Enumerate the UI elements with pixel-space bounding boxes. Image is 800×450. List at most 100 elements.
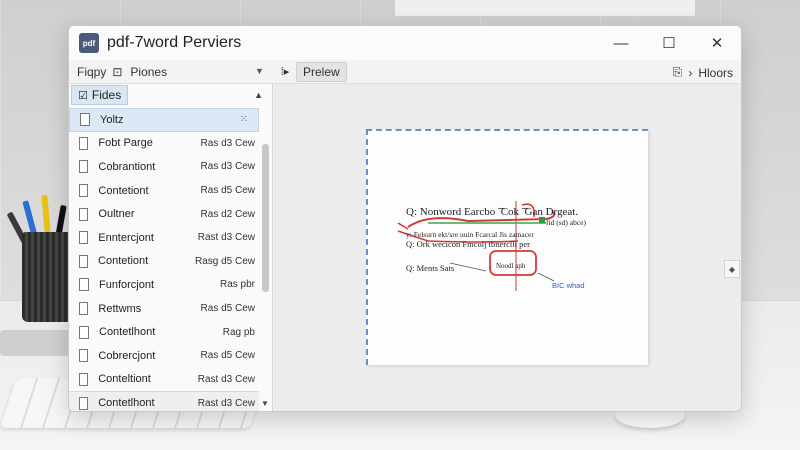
desk-tray <box>0 330 70 356</box>
chevron-right-icon: › <box>688 65 693 80</box>
file-name: Contetlhont <box>98 397 155 410</box>
pointer-line <box>449 262 487 272</box>
window-controls: — ☐ ✕ <box>597 26 741 60</box>
document-icon <box>79 207 89 221</box>
file-list: Yoltz ⁙ Fobt Parge Ras d3 Cew Cobrantiont Ras… <box>69 108 259 411</box>
file-name: Oultner <box>98 208 135 221</box>
file-meta: Ras d3 Cew <box>200 137 255 149</box>
file-name: Enntercjont <box>98 231 154 244</box>
file-meta: Ras d2 Cew <box>200 208 255 220</box>
file-row-selected[interactable]: Yoltz ⁙ <box>69 108 259 132</box>
file-meta: Ras d5 Cew <box>200 350 255 362</box>
file-meta: Rast d3 Cew <box>197 373 255 385</box>
split-view-icon[interactable]: ⁞▸ <box>274 65 296 78</box>
preview-line-3: y: Felsurn ekt/sre uuin Fcarcal Jis zama… <box>406 230 534 239</box>
page-content: Q: Nonword Earcbo ͡ Cok ͡ Gan Drgeat. fi… <box>397 201 586 291</box>
file-name: Rettwms <box>98 302 142 315</box>
file-row[interactable]: Fobt Parge Ras d3 Cew <box>69 132 259 156</box>
document-icon <box>79 325 89 339</box>
pdf-app-icon: pdf <box>79 33 99 53</box>
file-meta: Rast d3 Cew <box>197 232 255 244</box>
preview-line-6: Noodl aph <box>496 262 526 270</box>
file-row[interactable]: Contetlhont Rag pb <box>69 320 259 344</box>
panel-expand-handle[interactable]: ◆ <box>724 260 740 278</box>
file-row[interactable]: Funforcjont Ras pbr <box>69 273 259 297</box>
edit-icon: ☑ <box>78 89 88 102</box>
file-row[interactable]: Oultner Ras d2 Cew <box>69 202 259 226</box>
file-meta: Rag pb <box>222 326 255 338</box>
app-window: pdf pdf-7word Perviers — ☐ ✕ Fiqpy ⊡ Pio… <box>68 25 742 412</box>
file-name: Conteltiont <box>98 373 151 386</box>
close-button[interactable]: ✕ <box>693 26 741 60</box>
file-name: Contetiont <box>98 255 149 268</box>
pointer-line <box>537 272 555 282</box>
preview-tab-label[interactable]: Prelew <box>296 61 347 82</box>
file-name: Contetiont <box>98 184 149 197</box>
file-row[interactable]: Contetiont Ras d5 Cew <box>69 179 259 203</box>
toolbar-label-piones[interactable]: Piones <box>130 65 167 79</box>
preview-area: Q: Nonword Earcbo ͡ Cok ͡ Gan Drgeat. fi… <box>274 84 741 411</box>
toolbar-label-fiqpy[interactable]: Fiqpy <box>77 65 106 79</box>
collapse-up-icon[interactable]: ▲ <box>254 90 263 100</box>
minimize-button[interactable]: — <box>597 26 645 60</box>
drag-handle-icon[interactable]: ⁙ <box>240 114 248 125</box>
files-header-button[interactable]: ☑ Fides <box>71 85 129 105</box>
scrollbar-thumb[interactable] <box>262 144 269 292</box>
files-sidebar: ☑ Fides ▲ Yoltz ⁙ Fobt Parge Ras d3 Cew Cobr… <box>69 84 273 411</box>
file-name: Funforcjont <box>99 278 155 291</box>
window-title: pdf-7word Perviers <box>107 34 242 51</box>
files-header-label: Fides <box>91 88 122 102</box>
document-icon <box>79 396 89 410</box>
file-meta: Ras d5 Cew <box>200 303 255 315</box>
file-name: Cobrercjont <box>98 349 156 362</box>
document-icon <box>80 113 90 127</box>
preview-line-1: Q: Nonword Earcbo ͡ Cok ͡ Gan Drgeat. <box>406 206 578 218</box>
sidebar-header: ☑ Fides ▲ <box>69 84 273 106</box>
title-bar[interactable]: pdf pdf-7word Perviers — ☐ ✕ <box>69 26 741 60</box>
camera-icon[interactable]: ⊡ <box>112 65 122 79</box>
file-name: Fobt Parge <box>98 137 153 150</box>
file-row[interactable]: Cobrercjont Ras d5 Cew <box>69 344 259 368</box>
file-row[interactable]: Rettwms Ras d5 Cew <box>69 297 259 321</box>
layers-icon[interactable]: ⎘ <box>673 65 683 80</box>
monitor-edge <box>395 0 695 18</box>
document-icon <box>79 160 89 174</box>
toolbar-right: ⎘ › Hloors <box>673 65 733 80</box>
document-icon <box>79 254 89 268</box>
file-row[interactable]: Conteltiont Rast d3 Cew <box>69 368 259 392</box>
document-icon <box>79 278 89 292</box>
document-page: Q: Nonword Earcbo ͡ Cok ͡ Gan Drgeat. fi… <box>366 129 648 365</box>
file-row[interactable]: Enntercjont Rast d3 Cew <box>69 226 259 250</box>
document-icon <box>79 136 89 150</box>
file-name: Yoltz <box>100 113 124 126</box>
document-icon <box>79 349 89 363</box>
file-name: Cobrantiont <box>98 160 156 173</box>
toolbar-label-hloors[interactable]: Hloors <box>698 66 733 80</box>
pen-holder <box>22 232 72 322</box>
preview-line-5: Q: Ments Sats <box>406 263 454 273</box>
preview-line-4: Q: Ork wecicon Fmcolj tbnercllt per <box>406 239 530 249</box>
file-meta: Rast d3 Cew <box>197 397 255 409</box>
preview-line-7: BIC whad <box>552 281 585 290</box>
preview-line-2: fid (sd) abce) <box>546 218 586 227</box>
scroll-down-icon[interactable]: ▼ <box>261 399 269 408</box>
toolbar: Fiqpy ⊡ Piones ▼ ⁞▸ Prelew ⎘ › Hloors <box>69 60 741 84</box>
maximize-button[interactable]: ☐ <box>645 26 693 60</box>
document-icon <box>79 184 89 198</box>
file-meta: Ras pbr <box>219 279 255 291</box>
tab-preview[interactable]: ⁞▸ Prelew <box>274 61 347 82</box>
file-meta: Rasg d5 Cew <box>194 255 255 267</box>
document-icon <box>79 302 89 316</box>
file-row[interactable]: Cobrantiont Ras d3 Cew <box>69 155 259 179</box>
file-name: Contetlhont <box>99 326 156 339</box>
file-meta: Ras d5 Cew <box>200 185 255 197</box>
file-meta: Ras d3 Cew <box>200 161 255 173</box>
sidebar-scrollbar[interactable]: ▼ <box>259 106 272 411</box>
document-icon <box>79 372 89 386</box>
dropdown-arrow-icon[interactable]: ▼ <box>255 66 264 76</box>
file-row[interactable]: Contetlhont Rast d3 Cew <box>69 391 259 411</box>
file-row[interactable]: Contetiont Rasg d5 Cew <box>69 250 259 274</box>
document-icon <box>79 231 89 245</box>
toolbar-left: Fiqpy ⊡ Piones <box>77 65 167 79</box>
app-icon-label: pdf <box>82 38 96 48</box>
